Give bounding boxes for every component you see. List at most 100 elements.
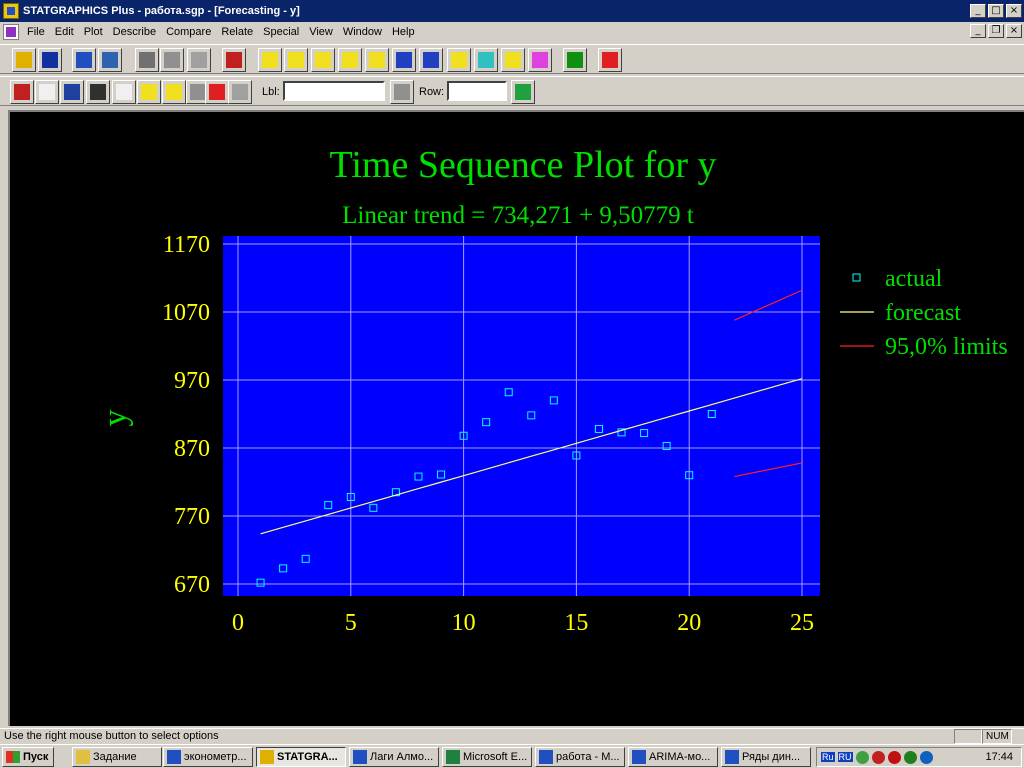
exclude-points-button[interactable] [137,80,161,104]
taskbar-item[interactable]: работа - М... [535,747,625,767]
y-tick-label: 670 [174,572,210,598]
taskbar-item[interactable]: эконометр... [163,747,253,767]
analysis-toolbar: Lbl: Row: [0,76,1024,106]
boxplot-button[interactable] [284,48,308,72]
matrix-plot-button[interactable] [365,48,389,72]
input-dialog-button[interactable] [10,80,34,104]
menu-file[interactable]: File [23,26,51,38]
calculator-button[interactable] [98,48,122,72]
histogram-button[interactable] [311,48,335,72]
help-icon [602,52,618,68]
row-input[interactable] [447,81,507,101]
taskbar-item[interactable]: Ряды дин... [721,747,811,767]
histogram-icon [315,52,331,68]
datasheet-button[interactable] [72,48,96,72]
analysis-options-button[interactable] [35,80,59,104]
tree-icon [505,52,521,68]
menu-special[interactable]: Special [259,26,305,38]
plot-pane[interactable]: Time Sequence Plot for y Linear trend = … [8,110,1024,726]
network-icon[interactable] [855,750,869,764]
distribution-button[interactable] [419,48,443,72]
dice-icon [209,84,225,100]
taskbar-item-label: Лаги Алмо... [370,751,434,763]
excel-icon [446,750,460,764]
doc-restore-button[interactable]: ❐ [988,24,1004,38]
globe-button[interactable] [474,48,498,72]
taskbar-item-label: Microsoft E... [463,751,528,763]
input-dialog-icon [14,84,30,100]
maximize-button[interactable]: □ [988,4,1004,18]
help-button[interactable] [598,48,622,72]
taskbar-item-label: STATGRA... [277,751,338,763]
pane-options-button[interactable] [162,80,186,104]
lbl-input[interactable] [283,81,385,101]
locate-icon [190,84,206,100]
doc-minimize-button[interactable]: _ [970,24,986,38]
word-icon [353,750,367,764]
language-indicator-1[interactable]: Ru [821,752,835,762]
menu-relate[interactable]: Relate [217,26,259,38]
menu-describe[interactable]: Describe [109,26,162,38]
title-bar: STATGRAPHICS Plus - работа.sgp - [Foreca… [0,0,1024,22]
taskbar-item-label: Ряды дин... [742,751,801,763]
y-tick-label: 970 [174,368,210,394]
save-button[interactable] [38,48,62,72]
language-indicator-2[interactable]: RU [837,752,853,762]
find-row-button[interactable] [511,80,535,104]
matrix-plot-icon [369,52,385,68]
menu-view[interactable]: View [305,26,339,38]
tabular-options-button[interactable] [60,80,84,104]
calculator-icon [102,52,118,68]
timeseries-button[interactable] [392,48,416,72]
statgraphics-app-icon[interactable] [3,3,19,19]
menu-compare[interactable]: Compare [162,26,217,38]
regression-button[interactable] [447,48,471,72]
save-results-button[interactable] [112,80,136,104]
taskbar-item[interactable]: ARIMA-мо... [628,747,718,767]
minimize-button[interactable]: _ [970,4,986,18]
word-icon [539,750,553,764]
document-menu-icon[interactable] [3,24,19,40]
k-icon[interactable] [887,750,901,764]
statadvisor-button[interactable] [563,48,587,72]
print-button[interactable] [222,48,246,72]
windows-logo-icon [6,751,20,763]
analysis-options-icon [39,84,55,100]
menu-help[interactable]: Help [388,26,421,38]
antivirus-icon[interactable] [871,750,885,764]
doc-close-button[interactable]: × [1006,24,1022,38]
chart-title: Time Sequence Plot for y [329,144,716,186]
globe-tray-icon[interactable] [919,750,933,764]
find-button[interactable] [390,80,414,104]
taskbar-item[interactable]: Задание [72,747,162,767]
dice-button[interactable] [205,80,229,104]
graphical-options-button[interactable] [86,80,110,104]
open-button[interactable] [12,48,36,72]
menu-window[interactable]: Window [339,26,388,38]
copy-button[interactable] [160,48,184,72]
menu-plot[interactable]: Plot [80,26,109,38]
system-tray: Ru RU 17:44 [816,747,1022,767]
taskbar-item[interactable]: Лаги Алмо... [349,747,439,767]
tree-button[interactable] [501,48,525,72]
quality-button[interactable] [528,48,552,72]
window-title: STATGRAPHICS Plus - работа.sgp - [Foreca… [23,5,300,17]
folder-icon [76,750,90,764]
y-axis-label: y [97,410,134,427]
close-button[interactable]: × [1006,4,1022,18]
binoculars-icon [394,84,410,100]
copy-icon [164,52,180,68]
gear-tray-icon[interactable] [903,750,917,764]
paste-button[interactable] [187,48,211,72]
statgraphics-icon [260,750,274,764]
taskbar-item[interactable]: STATGRA... [256,747,346,767]
start-button[interactable]: Пуск [2,747,54,767]
xy-plot-button[interactable] [338,48,362,72]
cut-button[interactable] [135,48,159,72]
taskbar-item[interactable]: Microsoft E... [442,747,532,767]
scatterplot-button[interactable] [258,48,282,72]
window-controls: _ □ × [970,4,1022,18]
main-toolbar [0,44,1024,74]
line-draw-button[interactable] [228,80,252,104]
menu-edit[interactable]: Edit [51,26,80,38]
